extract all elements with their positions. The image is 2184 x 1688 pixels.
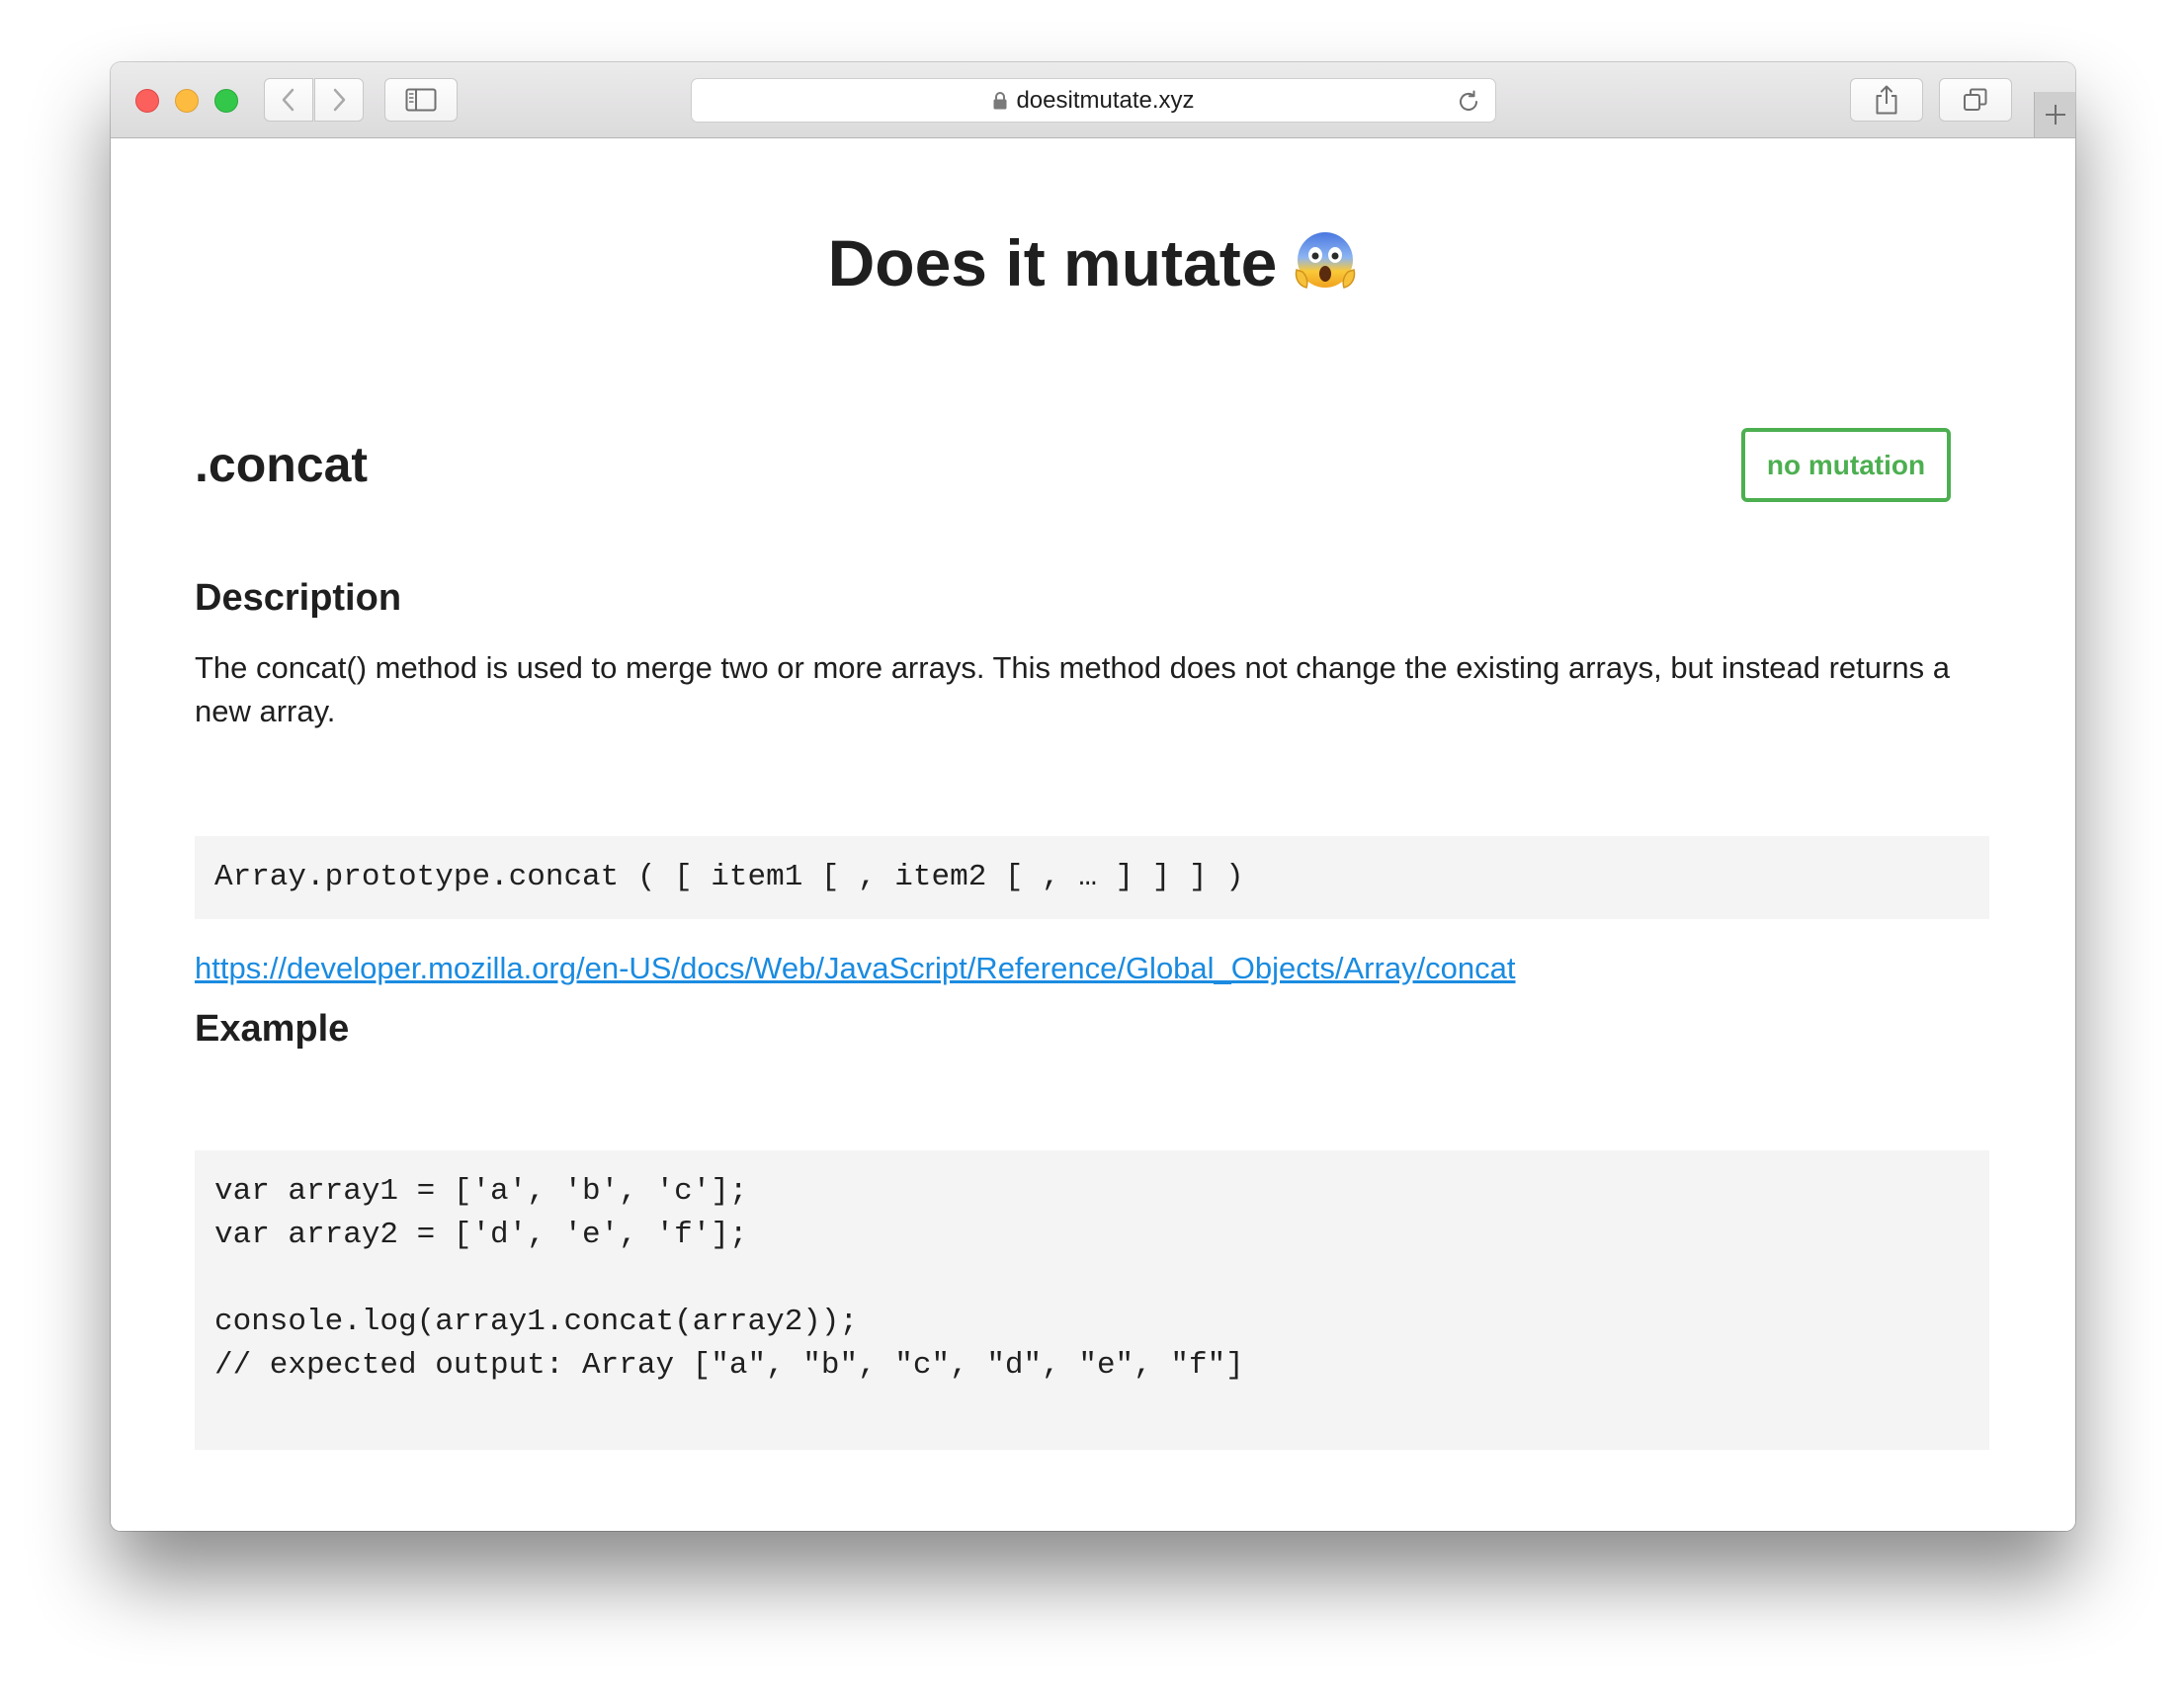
face-screaming-in-fear-icon — [1296, 232, 1356, 289]
sidebar-icon — [405, 88, 437, 112]
url-text: doesitmutate.xyz — [1016, 86, 1195, 114]
code-line: var array1 = ['a', 'b', 'c']; — [214, 1174, 748, 1209]
page-title: Does it mutate — [111, 223, 2075, 302]
example-code-block: var array1 = ['a', 'b', 'c']; var array2 … — [195, 1150, 1989, 1450]
sidebar-toggle-button[interactable] — [384, 78, 458, 122]
code-line: var array2 = ['d', 'e', 'f']; — [214, 1218, 748, 1252]
mdn-reference-link[interactable]: https://developer.mozilla.org/en-US/docs… — [195, 947, 1516, 990]
method-signature: Array.prototype.concat ( [ item1 [ , ite… — [195, 836, 1989, 919]
plus-icon — [2045, 105, 2065, 125]
new-tab-button[interactable] — [2034, 92, 2075, 137]
chevron-left-icon — [282, 88, 294, 112]
method-name: .concat — [195, 437, 369, 492]
address-bar[interactable]: doesitmutate.xyz — [691, 78, 1496, 123]
page-content: Does it mutate .concat no mutation Descr… — [111, 138, 2075, 1531]
code-line: // expected output: Array ["a", "b", "c"… — [214, 1348, 1244, 1383]
zoom-window-button[interactable] — [214, 89, 238, 113]
browser-window: doesitmutate.xyz Does it mutate .concat … — [111, 62, 2075, 1531]
code-line: console.log(array1.concat(array2)); — [214, 1305, 859, 1339]
share-icon — [1876, 85, 1897, 115]
tabs-overview-icon — [1964, 88, 1987, 111]
description-text: The concat() method is used to merge two… — [195, 650, 1950, 728]
forward-button[interactable] — [314, 78, 364, 122]
description-heading: Description — [195, 577, 402, 619]
reload-icon[interactable] — [1456, 89, 1481, 115]
chevron-right-icon — [333, 88, 346, 112]
back-button[interactable] — [264, 78, 313, 122]
mutation-status-badge: no mutation — [1741, 428, 1951, 502]
page-title-text: Does it mutate — [827, 226, 1278, 299]
browser-toolbar: doesitmutate.xyz — [111, 62, 2075, 138]
tab-overview-button[interactable] — [1939, 78, 2012, 122]
lock-icon — [993, 91, 1007, 109]
share-button[interactable] — [1850, 78, 1923, 122]
example-heading: Example — [195, 1008, 350, 1050]
minimize-window-button[interactable] — [175, 89, 199, 113]
close-window-button[interactable] — [135, 89, 159, 113]
